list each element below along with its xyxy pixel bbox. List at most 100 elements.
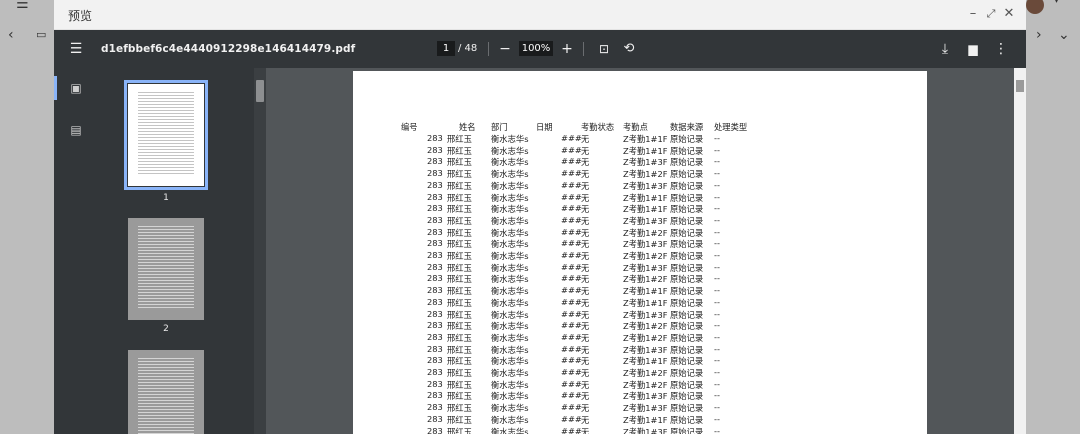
table-cell: 原始记录	[670, 321, 704, 332]
toolbar-separator	[488, 42, 489, 56]
table-cell: ###	[561, 168, 582, 179]
avatar[interactable]	[1026, 0, 1044, 14]
table-cell: Z考勤1#3F	[623, 239, 668, 250]
table-cell: 283	[427, 285, 443, 296]
chevron-left-icon[interactable]: ‹	[8, 28, 14, 42]
table-cell: ###	[561, 179, 582, 190]
table-cell: ###	[561, 285, 582, 296]
table-cell: 衡水志华s	[491, 332, 529, 343]
document-scrollbar[interactable]	[1014, 68, 1026, 434]
maximize-icon[interactable]: ⤢	[984, 7, 998, 21]
table-cell: 无	[581, 356, 590, 367]
chevron-down-icon[interactable]: ⌄	[1058, 28, 1070, 42]
table-cell: 283	[427, 331, 443, 342]
table-cell: ###	[561, 402, 582, 413]
table-cell: ###	[561, 156, 582, 167]
table-cell: 无	[581, 321, 590, 332]
page-thumbnail-2[interactable]	[128, 218, 204, 320]
table-cell: --	[714, 425, 720, 434]
close-icon[interactable]: ✕	[1002, 7, 1016, 21]
table-cell: ###	[561, 203, 582, 214]
pdf-toolbar: ☰ d1efbbef6c4e4440912298e146414479.pdf 1…	[54, 30, 1026, 68]
table-cell: --	[714, 179, 720, 190]
table-cell: ###	[561, 390, 582, 401]
table-cell: 283	[427, 214, 443, 225]
table-cell: 原始记录	[670, 262, 704, 273]
table-cell: 衡水志华s	[491, 391, 529, 402]
table-cell: 283	[427, 390, 443, 401]
table-cell: 原始记录	[670, 356, 704, 367]
table-cell: 无	[581, 145, 590, 156]
header-cell: 部门	[491, 122, 508, 132]
table-cell: 衡水志华s	[491, 379, 529, 390]
table-cell: 283	[427, 320, 443, 331]
table-cell: 衡水志华s	[491, 321, 529, 332]
table-cell: 原始记录	[670, 379, 704, 390]
table-cell: Z考勤1#3F	[623, 309, 668, 320]
table-cell: 邢红玉	[447, 286, 472, 297]
thumbnail-label: 1	[163, 193, 169, 203]
print-icon[interactable]: ▆	[965, 41, 981, 57]
table-cell: ###	[561, 238, 582, 249]
table-cell: --	[714, 168, 720, 179]
table-cell: ###	[561, 425, 582, 434]
outline-view-icon[interactable]: ▤	[68, 122, 84, 138]
page-number-input[interactable]: 1	[437, 41, 455, 56]
table-cell: 原始记录	[670, 344, 704, 355]
table-cell: 邢红玉	[447, 356, 472, 367]
table-cell: 无	[581, 239, 590, 250]
zoom-in-icon[interactable]: +	[559, 41, 575, 57]
chevron-right-icon[interactable]: ›	[1036, 28, 1042, 42]
table-cell: 衡水志华s	[491, 344, 529, 355]
table-cell: 原始记录	[670, 157, 704, 168]
table-cell: --	[714, 378, 720, 389]
table-cell: 邢红玉	[447, 157, 472, 168]
download-icon[interactable]: ⤓	[937, 41, 953, 57]
sidebar-scrollbar[interactable]	[254, 68, 266, 434]
table-cell: 无	[581, 215, 590, 226]
table-cell: 283	[427, 378, 443, 389]
caret-down-icon[interactable]: ▾	[1054, 0, 1059, 6]
table-cell: ###	[561, 214, 582, 225]
more-vert-icon[interactable]: ⋮	[993, 41, 1009, 57]
table-cell: 衡水志华s	[491, 180, 529, 191]
table-cell: ###	[561, 343, 582, 354]
table-cell: 衡水志华s	[491, 145, 529, 156]
table-cell: Z考勤1#1F	[623, 134, 668, 144]
table-cell: 原始记录	[670, 134, 704, 144]
table-cell: Z考勤1#2F	[623, 368, 668, 378]
table-cell: Z考勤1#3F	[623, 426, 668, 434]
pdf-page: 编号 姓名 部门 日期 考勤状态 考勤点 数据来源 处理类型 283 邢红玉 衡水志…	[353, 71, 927, 434]
zoom-out-icon[interactable]: −	[497, 41, 513, 57]
monitor-icon[interactable]: ▭	[36, 29, 46, 40]
table-cell: 衡水志华s	[491, 403, 529, 414]
table-cell: Z考勤1#3F	[623, 403, 668, 414]
table-cell: --	[714, 343, 720, 354]
table-cell: 邢红玉	[447, 145, 472, 156]
thumbnail-view-icon[interactable]: ▣	[68, 80, 84, 96]
page-thumbnail-1[interactable]	[124, 80, 208, 190]
fit-page-icon[interactable]: ⊡	[596, 41, 612, 57]
page-thumbnail-3[interactable]	[128, 350, 204, 434]
menu-icon[interactable]: ☰	[68, 41, 84, 57]
table-cell: 283	[427, 191, 443, 202]
minimize-icon[interactable]: –	[966, 7, 980, 21]
page-total: / 48	[458, 43, 478, 54]
table-cell: 原始记录	[670, 180, 704, 191]
table-cell: 衡水志华s	[491, 251, 529, 261]
table-cell: Z考勤1#1F	[623, 192, 668, 203]
table-cell: --	[714, 226, 720, 237]
table-cell: --	[714, 413, 720, 424]
table-cell: Z考勤1#1F	[623, 414, 668, 425]
rotate-icon[interactable]: ⟲	[621, 41, 637, 57]
table-cell: Z考勤1#1F	[623, 145, 668, 156]
table-cell: 邢红玉	[447, 239, 472, 250]
table-cell: 邢红玉	[447, 403, 472, 414]
table-cell: 无	[581, 157, 590, 168]
menu-icon[interactable]: ☰	[16, 0, 29, 11]
zoom-input[interactable]: 100%	[519, 41, 553, 56]
table-cell: 无	[581, 180, 590, 191]
table-cell: --	[714, 390, 720, 401]
table-cell: 283	[427, 203, 443, 214]
modal-title: 预览	[68, 9, 93, 23]
